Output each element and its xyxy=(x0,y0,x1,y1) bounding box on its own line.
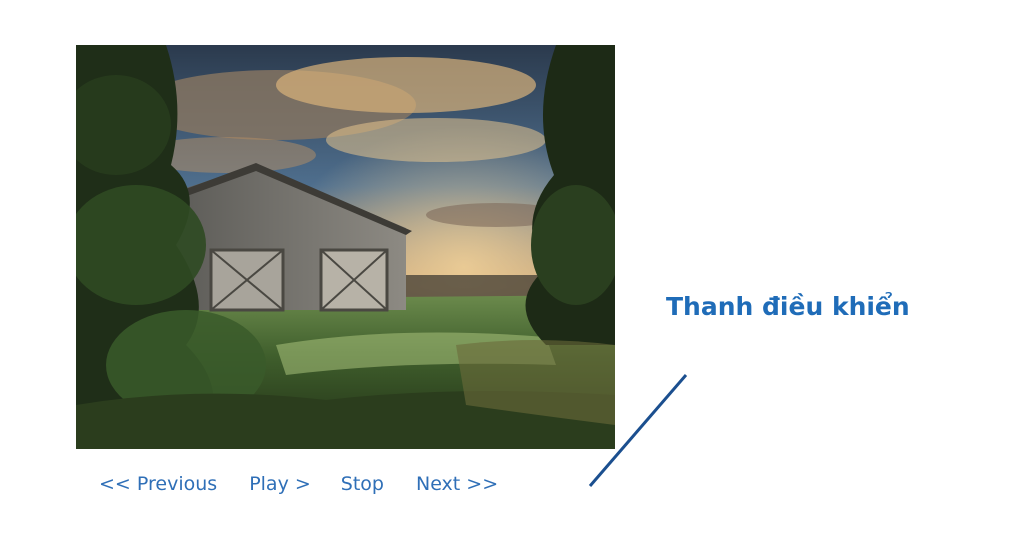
control-bar-callout-label: Thanh điều khiển xyxy=(666,292,910,321)
callout-pointer-line xyxy=(588,374,688,487)
